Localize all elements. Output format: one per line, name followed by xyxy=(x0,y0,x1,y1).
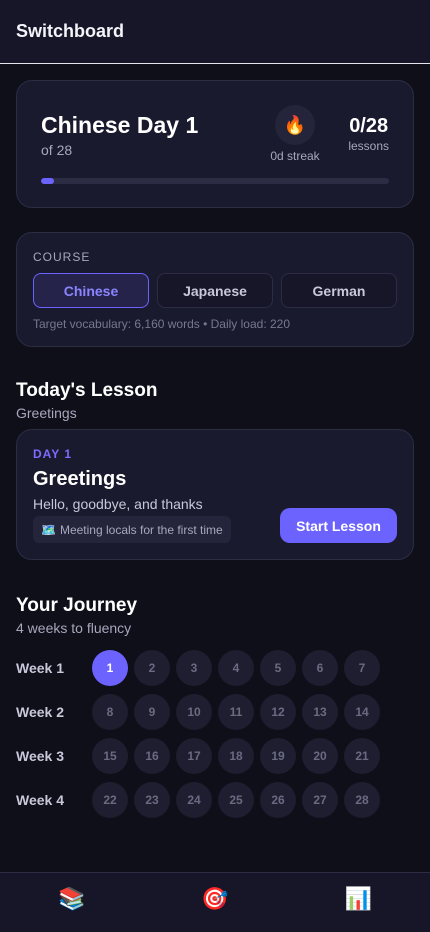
day-circle[interactable]: 13 xyxy=(302,694,338,730)
streak-label: 0d streak xyxy=(270,149,320,163)
day-circle[interactable]: 28 xyxy=(344,782,380,818)
day-circle[interactable]: 17 xyxy=(176,738,212,774)
day-circle[interactable]: 9 xyxy=(134,694,170,730)
week-label: Week 2 xyxy=(16,704,64,720)
bar-chart-icon: 📊 xyxy=(344,886,373,911)
week-days: 8 9 10 11 12 13 14 xyxy=(92,694,380,730)
week-label: Week 4 xyxy=(16,792,64,808)
day-circle[interactable]: 25 xyxy=(218,782,254,818)
progress-bar xyxy=(41,178,389,184)
course-meta: Target vocabulary: 6,160 words • Daily l… xyxy=(33,317,291,331)
day-circle[interactable]: 4 xyxy=(218,650,254,686)
week-days: 15 16 17 18 19 20 21 xyxy=(92,738,380,774)
day-circle[interactable]: 24 xyxy=(176,782,212,818)
day-circle[interactable]: 10 xyxy=(176,694,212,730)
day-circle[interactable]: 21 xyxy=(344,738,380,774)
day-circle[interactable]: 3 xyxy=(176,650,212,686)
lesson-tag-text: Meeting locals for the first time xyxy=(59,522,223,537)
target-icon: 🎯 xyxy=(201,886,229,911)
day-circle[interactable]: 23 xyxy=(134,782,170,818)
day-circle[interactable]: 1 xyxy=(92,650,128,686)
fire-icon: 🔥 xyxy=(275,105,315,145)
lessons-counter: 0/28 lessons xyxy=(348,115,389,153)
lesson-tag: 🗺️ Meeting locals for the first time xyxy=(33,516,231,543)
books-icon: 📚 xyxy=(57,886,86,911)
course-option-japanese[interactable]: Japanese xyxy=(157,273,273,308)
nav-item[interactable]: 📚 xyxy=(0,873,143,932)
week-row: Week 4 22 23 24 25 26 27 28 xyxy=(16,778,414,822)
lesson-title: Greetings xyxy=(33,468,127,490)
start-lesson-button[interactable]: Start Lesson xyxy=(280,508,397,543)
day-circle[interactable]: 11 xyxy=(218,694,254,730)
journey-subheading: 4 weeks to fluency xyxy=(16,620,132,636)
day-circle[interactable]: 22 xyxy=(92,782,128,818)
day-circle[interactable]: 2 xyxy=(134,650,170,686)
day-circle[interactable]: 27 xyxy=(302,782,338,818)
day-circle[interactable]: 18 xyxy=(218,738,254,774)
day-circle[interactable]: 8 xyxy=(92,694,128,730)
day-circle[interactable]: 6 xyxy=(302,650,338,686)
course-card: COURSE Chinese Japanese German Target vo… xyxy=(16,232,414,347)
progress-title: Chinese Day 1 xyxy=(41,112,199,138)
day-circle[interactable]: 26 xyxy=(260,782,296,818)
nav-item[interactable]: 🎯 xyxy=(143,873,286,932)
today-section: Today's Lesson Greetings xyxy=(0,380,430,421)
week-row: Week 2 8 9 10 11 12 13 14 xyxy=(16,690,414,734)
bottom-nav: 📚 🎯 📊 xyxy=(0,872,430,932)
day-circle[interactable]: 14 xyxy=(344,694,380,730)
week-label: Week 3 xyxy=(16,748,64,764)
progress-card: Chinese Day 1 of 28 🔥 0d streak 0/28 les… xyxy=(16,80,414,208)
day-circle[interactable]: 5 xyxy=(260,650,296,686)
day-circle[interactable]: 7 xyxy=(344,650,380,686)
today-heading: Today's Lesson xyxy=(16,380,158,401)
day-circle[interactable]: 15 xyxy=(92,738,128,774)
week-days: 22 23 24 25 26 27 28 xyxy=(92,782,380,818)
day-circle[interactable]: 12 xyxy=(260,694,296,730)
course-label: COURSE xyxy=(33,250,91,264)
progress-subtitle: of 28 xyxy=(41,142,73,158)
day-circle[interactable]: 19 xyxy=(260,738,296,774)
progress-bar-fill xyxy=(41,178,54,184)
map-icon: 🗺️ xyxy=(41,522,56,537)
course-options: Chinese Japanese German xyxy=(33,273,397,308)
week-days: 1234567 xyxy=(92,650,380,686)
streak: 🔥 0d streak xyxy=(267,105,323,163)
journey-section: Your Journey 4 weeks to fluency Week 112… xyxy=(0,595,430,822)
nav-item[interactable]: 📊 xyxy=(287,873,430,932)
week-row: Week 1 1234567 xyxy=(16,646,414,690)
lessons-count: 0/28 xyxy=(349,115,389,137)
lesson-card: DAY 1 Greetings Hello, goodbye, and than… xyxy=(16,429,414,560)
week-label: Week 1 xyxy=(16,660,64,676)
journey-heading: Your Journey xyxy=(16,595,138,616)
week-row: Week 3 15 16 17 18 19 20 21 xyxy=(16,734,414,778)
day-circle[interactable]: 20 xyxy=(302,738,338,774)
lesson-day-label: DAY 1 xyxy=(33,447,73,461)
course-option-chinese[interactable]: Chinese xyxy=(33,273,149,308)
top-bar: Switchboard xyxy=(0,0,430,64)
course-option-german[interactable]: German xyxy=(281,273,397,308)
day-circle[interactable]: 16 xyxy=(134,738,170,774)
app-title: Switchboard xyxy=(16,21,125,41)
journey-grid: Week 1 1 2 3 4 5 6 7 Week 2 8 9 10 11 12 13 14 Week 3 15 1… xyxy=(16,646,414,822)
today-subheading: Greetings xyxy=(16,405,77,421)
lessons-label: lessons xyxy=(348,139,389,153)
